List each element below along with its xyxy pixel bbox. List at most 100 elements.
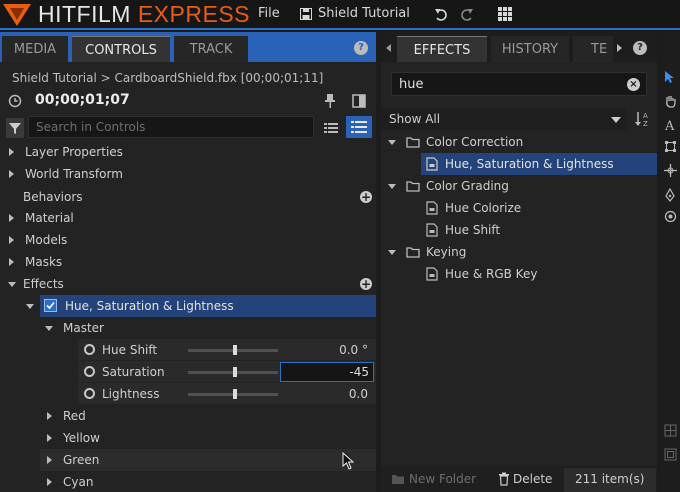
tab-history[interactable]: HISTORY xyxy=(491,36,569,62)
filter-icon[interactable] xyxy=(6,118,24,138)
property-label: Saturation xyxy=(102,365,165,379)
expand-arrow-icon[interactable] xyxy=(9,148,14,156)
tree-item-models[interactable]: Models xyxy=(0,229,376,251)
search-controls-input[interactable] xyxy=(28,116,314,138)
expand-arrow-icon[interactable] xyxy=(9,170,14,178)
expand-arrow-icon[interactable] xyxy=(47,478,52,486)
slider-thumb[interactable] xyxy=(233,345,237,355)
pen-tool-icon[interactable] xyxy=(664,188,676,202)
collapse-arrow-icon[interactable] xyxy=(388,184,396,189)
collapse-arrow-icon[interactable] xyxy=(45,326,53,331)
effect-file-icon xyxy=(426,267,438,281)
folder-color-correction[interactable]: Color Correction xyxy=(381,131,657,153)
property-value[interactable]: 0.0 ° xyxy=(339,343,368,357)
expand-arrow-icon[interactable] xyxy=(9,214,14,222)
effect-item-hue-colorize[interactable]: Hue Colorize xyxy=(381,197,657,219)
tab-track[interactable]: TRACK xyxy=(174,36,248,62)
add-behavior-icon[interactable]: + xyxy=(360,191,372,203)
sort-az-icon[interactable]: AZ xyxy=(635,110,651,128)
item-count: 211 item(s) xyxy=(575,472,645,486)
panel-tab-bar: MEDIA CONTROLS TRACK ? xyxy=(0,32,376,62)
keyframe-toggle-icon[interactable] xyxy=(84,344,95,355)
property-saturation[interactable]: Saturation xyxy=(78,361,376,383)
undo-icon[interactable] xyxy=(434,8,448,22)
effect-item-hsl[interactable]: Hue, Saturation & Lightness xyxy=(421,153,657,175)
effect-item-hue-rgb-key[interactable]: Hue & RGB Key xyxy=(381,263,657,285)
collapse-arrow-icon[interactable] xyxy=(8,282,16,287)
orbit-tool-icon[interactable] xyxy=(664,210,677,223)
tab-media[interactable]: MEDIA xyxy=(2,36,68,62)
clear-search-icon[interactable]: × xyxy=(627,78,640,91)
expand-arrow-icon[interactable] xyxy=(9,236,14,244)
panel-layout-icon[interactable] xyxy=(352,94,366,108)
tree-item-world-transform[interactable]: World Transform xyxy=(0,163,376,185)
tree-item-green[interactable]: Green xyxy=(40,449,376,471)
collapse-arrow-icon[interactable] xyxy=(26,304,34,309)
tab-scroll-left-icon[interactable] xyxy=(386,44,391,52)
title-bar: HITFILM EXPRESS File Shield Tutorial xyxy=(0,0,680,30)
new-folder-button[interactable]: New Folder xyxy=(409,472,476,486)
safe-area-icon[interactable] xyxy=(664,448,677,461)
list-view-icon[interactable] xyxy=(320,118,342,138)
folder-label: Color Correction xyxy=(426,135,524,149)
select-arrow-icon[interactable] xyxy=(664,70,676,84)
detail-view-icon[interactable] xyxy=(346,116,372,138)
effect-label: Hue Shift xyxy=(445,223,501,237)
effects-search-input[interactable] xyxy=(391,72,647,96)
slider-thumb[interactable] xyxy=(233,389,237,399)
project-name[interactable]: Shield Tutorial xyxy=(318,6,410,21)
tab-scroll-right-icon[interactable] xyxy=(617,44,622,52)
tree-item-behaviors[interactable]: Behaviors + xyxy=(0,186,376,208)
keyframe-toggle-icon[interactable] xyxy=(84,366,95,377)
tree-item-red[interactable]: Red xyxy=(0,405,376,427)
grid-layout-icon[interactable] xyxy=(498,7,512,21)
tree-item-yellow[interactable]: Yellow xyxy=(0,427,376,449)
keyframe-toggle-icon[interactable] xyxy=(84,388,95,399)
property-lightness[interactable]: Lightness 0.0 xyxy=(78,383,376,405)
effect-hsl-row[interactable]: Hue, Saturation & Lightness xyxy=(26,295,376,317)
tree-item-masks[interactable]: Masks xyxy=(0,251,376,273)
tree-item-master[interactable]: Master xyxy=(0,317,376,339)
tab-effects[interactable]: EFFECTS xyxy=(397,36,487,62)
tab-text[interactable]: TE xyxy=(573,36,613,62)
menu-file[interactable]: File xyxy=(258,6,280,21)
transform-tool-icon[interactable] xyxy=(664,140,677,153)
tree-item-effects[interactable]: Effects + xyxy=(0,273,376,295)
help-icon[interactable]: ? xyxy=(354,41,368,55)
tree-item-cyan[interactable]: Cyan xyxy=(0,471,376,492)
chevron-down-icon[interactable] xyxy=(611,117,621,123)
timecode[interactable]: 00;00;01;07 xyxy=(35,92,130,108)
trash-icon[interactable] xyxy=(498,472,510,486)
effect-enabled-checkbox[interactable] xyxy=(44,299,57,312)
folder-icon xyxy=(406,136,420,148)
pin-icon[interactable] xyxy=(324,94,336,108)
effect-item-hue-shift[interactable]: Hue Shift xyxy=(381,219,657,241)
property-hue-shift[interactable]: Hue Shift 0.0 ° xyxy=(78,339,376,361)
save-icon[interactable] xyxy=(300,8,312,20)
add-effect-icon[interactable]: + xyxy=(360,278,372,290)
property-value[interactable]: 0.0 xyxy=(349,387,368,401)
folder-keying[interactable]: Keying xyxy=(381,241,657,263)
collapse-arrow-icon[interactable] xyxy=(388,140,396,145)
filter-label: Show All xyxy=(389,112,441,126)
grid-toggle-icon[interactable] xyxy=(664,424,677,437)
move-tool-icon[interactable] xyxy=(664,164,677,177)
tree-label: Behaviors xyxy=(23,190,83,204)
expand-arrow-icon[interactable] xyxy=(47,456,52,464)
expand-arrow-icon[interactable] xyxy=(47,434,52,442)
effects-panel: EFFECTS HISTORY TE ? × Show All AZ Color… xyxy=(381,32,657,492)
help-icon[interactable]: ? xyxy=(633,41,647,55)
folder-color-grading[interactable]: Color Grading xyxy=(381,175,657,197)
expand-arrow-icon[interactable] xyxy=(47,412,52,420)
saturation-value-input[interactable] xyxy=(280,362,374,382)
redo-icon[interactable] xyxy=(460,8,474,22)
tree-item-layer-properties[interactable]: Layer Properties xyxy=(0,141,376,163)
text-tool-icon[interactable]: A xyxy=(664,118,676,132)
hand-icon[interactable] xyxy=(664,94,677,108)
tab-controls[interactable]: CONTROLS xyxy=(72,36,170,62)
tree-item-material[interactable]: Material xyxy=(0,207,376,229)
collapse-arrow-icon[interactable] xyxy=(388,250,396,255)
delete-button[interactable]: Delete xyxy=(513,472,552,486)
expand-arrow-icon[interactable] xyxy=(9,258,14,266)
slider-thumb[interactable] xyxy=(233,367,237,377)
